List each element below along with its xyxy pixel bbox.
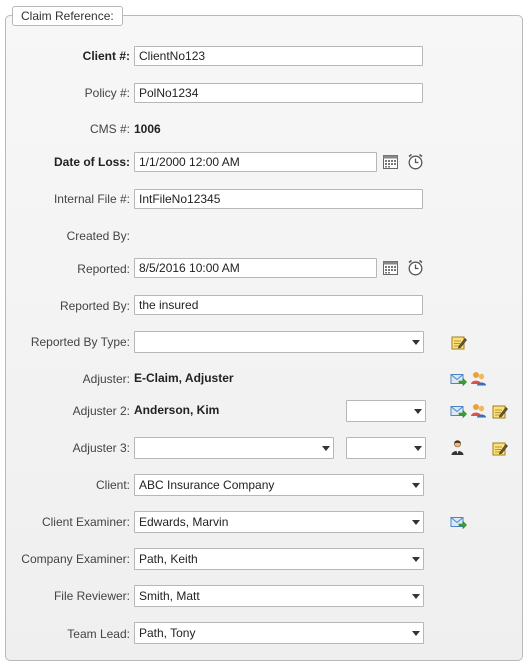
cms-no-value: 1006 bbox=[134, 122, 161, 136]
section-title: Claim Reference: bbox=[12, 6, 123, 26]
date-of-loss-label: Date of Loss: bbox=[53, 155, 130, 169]
file-reviewer-label: File Reviewer: bbox=[53, 589, 130, 603]
client-examiner-select[interactable]: Edwards, Marvin bbox=[134, 511, 424, 533]
chevron-down-icon bbox=[414, 446, 422, 451]
reported-by-input[interactable]: the insured bbox=[134, 295, 423, 315]
users-icon[interactable] bbox=[470, 370, 487, 387]
email-forward-icon[interactable] bbox=[450, 514, 467, 531]
reported-by-type-label: Reported By Type: bbox=[30, 335, 130, 349]
company-examiner-select[interactable]: Path, Keith bbox=[134, 548, 424, 570]
edit-note-icon[interactable] bbox=[491, 403, 508, 420]
chevron-down-icon bbox=[412, 520, 420, 525]
client-no-input[interactable]: ClientNo123 bbox=[134, 46, 423, 66]
reported-by-label: Reported By: bbox=[59, 299, 130, 313]
chevron-down-icon bbox=[412, 594, 420, 599]
chevron-down-icon bbox=[322, 446, 330, 451]
policy-no-input[interactable]: PolNo1234 bbox=[134, 83, 423, 103]
reported-by-type-select[interactable] bbox=[134, 331, 424, 353]
adjuster2-value: Anderson, Kim bbox=[134, 403, 220, 417]
adjuster2-label: Adjuster 2: bbox=[72, 404, 130, 418]
edit-note-icon[interactable] bbox=[450, 334, 467, 351]
clock-icon[interactable] bbox=[407, 259, 424, 276]
client-label: Client: bbox=[95, 478, 130, 492]
cms-no-label: CMS #: bbox=[89, 122, 130, 136]
adjuster2-role-select[interactable] bbox=[346, 400, 426, 422]
person-icon[interactable] bbox=[449, 439, 466, 456]
reported-input[interactable]: 8/5/2016 10:00 AM bbox=[134, 258, 377, 278]
email-forward-icon[interactable] bbox=[450, 403, 467, 420]
chevron-down-icon bbox=[412, 557, 420, 562]
adjuster-label: Adjuster: bbox=[82, 372, 130, 386]
team-lead-label: Team Lead: bbox=[67, 627, 130, 641]
calendar-icon[interactable] bbox=[382, 153, 399, 170]
chevron-down-icon bbox=[412, 631, 420, 636]
users-icon[interactable] bbox=[470, 402, 487, 419]
adjuster-value: E-Claim, Adjuster bbox=[134, 371, 234, 385]
edit-note-icon[interactable] bbox=[491, 440, 508, 457]
policy-no-label: Policy #: bbox=[84, 86, 130, 100]
adjuster3-label: Adjuster 3: bbox=[72, 441, 130, 455]
client-examiner-label: Client Examiner: bbox=[41, 515, 130, 529]
email-forward-icon[interactable] bbox=[450, 371, 467, 388]
adjuster3-select[interactable] bbox=[134, 437, 334, 459]
date-of-loss-input[interactable]: 1/1/2000 12:00 AM bbox=[134, 152, 377, 172]
client-select[interactable]: ABC Insurance Company bbox=[134, 474, 424, 496]
clock-icon[interactable] bbox=[407, 153, 424, 170]
company-examiner-label: Company Examiner: bbox=[21, 552, 130, 566]
client-no-label: Client #: bbox=[82, 49, 130, 63]
chevron-down-icon bbox=[414, 409, 422, 414]
internal-file-label: Internal File #: bbox=[53, 192, 130, 206]
adjuster3-role-select[interactable] bbox=[346, 437, 426, 459]
calendar-icon[interactable] bbox=[382, 259, 399, 276]
chevron-down-icon bbox=[412, 483, 420, 488]
team-lead-select[interactable]: Path, Tony bbox=[134, 622, 424, 644]
file-reviewer-select[interactable]: Smith, Matt bbox=[134, 585, 424, 607]
internal-file-input[interactable]: IntFileNo12345 bbox=[134, 189, 423, 209]
chevron-down-icon bbox=[412, 340, 420, 345]
created-by-label: Created By: bbox=[66, 229, 130, 243]
reported-label: Reported: bbox=[77, 262, 130, 276]
